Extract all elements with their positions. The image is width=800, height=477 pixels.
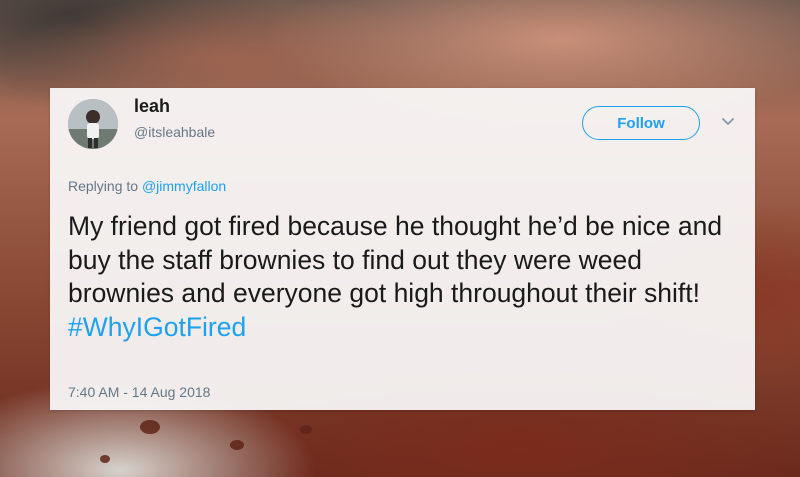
tweet-hashtag[interactable]: #WhyIGotFired [68, 312, 246, 342]
avatar[interactable] [68, 99, 118, 149]
tweet-body: My friend got fired because he thought h… [68, 211, 723, 308]
brownie-crumb [230, 440, 244, 450]
follow-button[interactable]: Follow [582, 106, 700, 140]
chevron-down-icon[interactable] [718, 112, 738, 132]
brownie-crumb [300, 425, 312, 434]
author-name[interactable]: leah [134, 96, 170, 117]
profile-photo-icon [68, 99, 118, 149]
tweet-card: leah @itsleahbale Follow Replying to @ji… [50, 88, 755, 410]
author-handle[interactable]: @itsleahbale [134, 124, 215, 140]
replying-to-label: Replying to [68, 178, 139, 194]
replying-to-mention[interactable]: @jimmyfallon [142, 178, 226, 194]
brownie-crumb [100, 455, 110, 463]
replying-to: Replying to @jimmyfallon [68, 178, 226, 194]
tweet-timestamp[interactable]: 7:40 AM - 14 Aug 2018 [68, 384, 210, 400]
tweet-text: My friend got fired because he thought h… [68, 210, 738, 344]
brownie-crumb [140, 420, 160, 434]
